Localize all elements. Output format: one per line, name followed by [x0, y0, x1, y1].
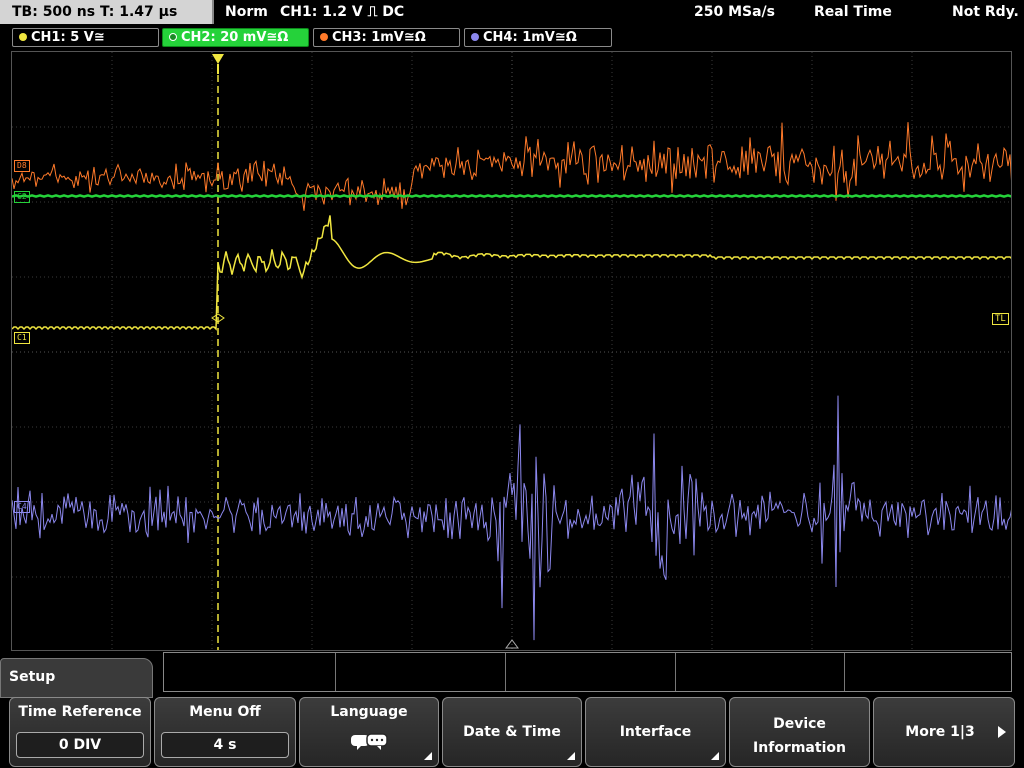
acquisition-mode: Real Time	[814, 4, 892, 20]
menu-title-tab[interactable]: Setup	[0, 658, 153, 698]
device-information-line2: Information	[753, 740, 846, 756]
ch2-waveform	[12, 194, 1011, 198]
ch4-dot-icon	[471, 33, 479, 41]
ch1-ground-marker[interactable]: C1	[14, 332, 30, 344]
ch3-waveform	[12, 122, 1011, 211]
menu-off-value: 4 s	[161, 732, 289, 758]
device-information-label: Device Information	[730, 712, 869, 760]
submenu-indicator-icon	[567, 752, 575, 760]
ch2-dot-icon	[169, 33, 177, 41]
menu-off-label: Menu Off	[189, 704, 261, 720]
interface-softkey[interactable]: Interface	[585, 697, 726, 767]
channel-tab-ch1[interactable]: CH1: 5 V≅	[12, 28, 159, 47]
device-information-line1: Device	[773, 716, 826, 732]
speech-bubbles-icon	[351, 733, 388, 750]
time-reference-label: Time Reference	[18, 704, 142, 720]
zoom-strip	[163, 652, 1012, 692]
trigger-state: Not Rdy.	[952, 4, 1019, 20]
trigger-mode[interactable]: Norm	[225, 0, 268, 24]
channel-tab-ch3[interactable]: CH3: 1mV≅Ω	[313, 28, 460, 47]
channel-tab-ch4[interactable]: CH4: 1mV≅Ω	[464, 28, 612, 47]
more-softkey[interactable]: More 1|3	[873, 697, 1015, 767]
sample-rate: 250 MSa/s	[694, 4, 776, 20]
menu-off-softkey[interactable]: Menu Off 4 s	[154, 697, 296, 767]
more-label: More 1|3	[905, 724, 975, 740]
interface-label: Interface	[619, 724, 692, 740]
channel-tab-ch2[interactable]: CH2: 20 mV≅Ω	[162, 28, 309, 47]
next-page-arrow-icon	[998, 726, 1006, 738]
time-reference-value: 0 DIV	[16, 732, 144, 758]
ch3-dot-icon	[320, 33, 328, 41]
device-information-softkey[interactable]: Device Information	[729, 697, 870, 767]
ch1-label: CH1: 5 V≅	[31, 30, 105, 45]
trigger-position-icon[interactable]	[212, 54, 224, 64]
ch2-ground-marker[interactable]: C2	[14, 191, 30, 203]
language-label: Language	[330, 704, 408, 720]
waveform-canvas	[12, 52, 1011, 650]
submenu-indicator-icon	[424, 752, 432, 760]
ch2-label: CH2: 20 mV≅Ω	[181, 30, 289, 45]
time-reference-softkey[interactable]: Time Reference 0 DIV	[9, 697, 151, 767]
channel-bar: CH1: 5 V≅ CH2: 20 mV≅Ω CH3: 1mV≅Ω CH4: 1…	[0, 26, 1024, 48]
graticule	[12, 52, 1011, 650]
ch3-ground-marker[interactable]: D8	[14, 160, 30, 172]
ch1-dot-icon	[19, 33, 27, 41]
trigger-readout[interactable]: CH1: 1.2 V ⎍ DC	[280, 0, 404, 24]
waveform-display[interactable]: D8 C2 C1 C4 TL	[11, 51, 1012, 651]
trigger-level-marker[interactable]: TL	[992, 313, 1009, 325]
ch4-label: CH4: 1mV≅Ω	[483, 30, 577, 45]
timebase-readout[interactable]: TB: 500 ns T: 1.47 µs	[0, 0, 214, 24]
language-softkey[interactable]: Language	[299, 697, 439, 767]
ch4-ground-marker[interactable]: C4	[14, 501, 30, 513]
date-time-label: Date & Time	[463, 724, 561, 740]
ch3-label: CH3: 1mV≅Ω	[332, 30, 426, 45]
date-time-softkey[interactable]: Date & Time	[442, 697, 582, 767]
submenu-indicator-icon	[711, 752, 719, 760]
status-bar: TB: 500 ns T: 1.47 µs Norm CH1: 1.2 V ⎍ …	[0, 0, 1024, 26]
